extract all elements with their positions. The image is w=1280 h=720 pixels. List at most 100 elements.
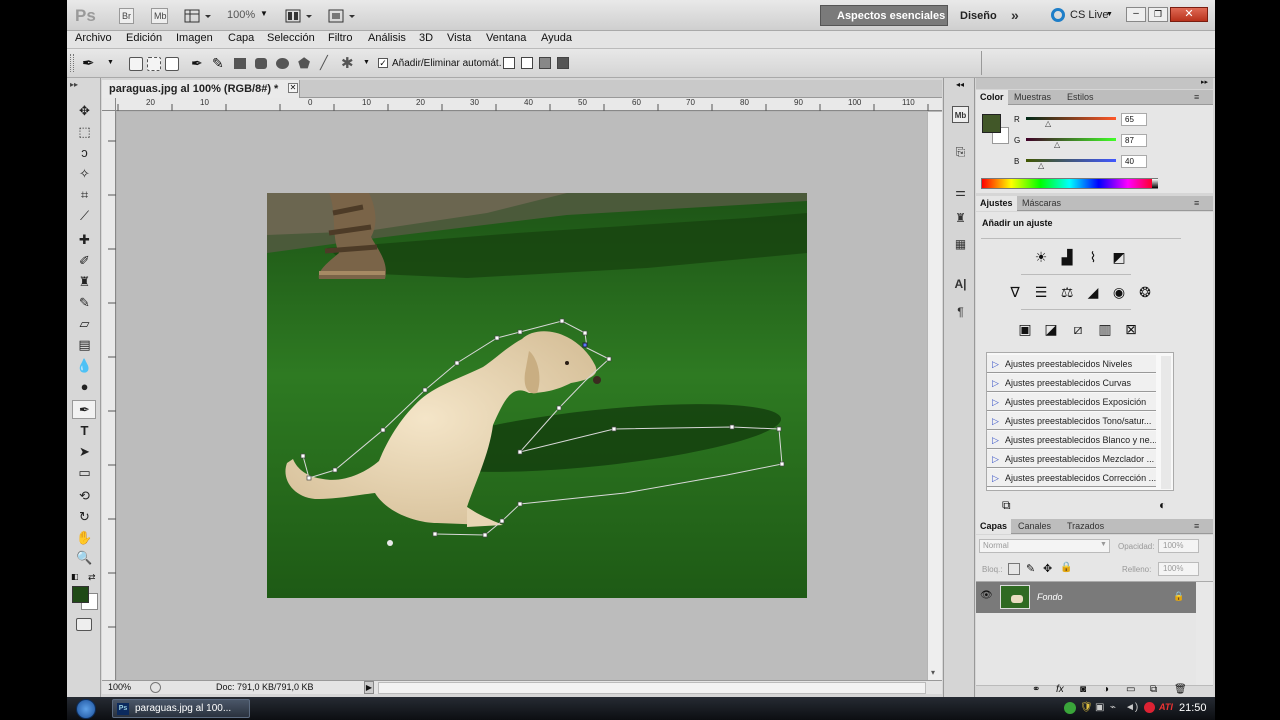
layer-row[interactable]: 👁 Fondo 🔒 [976,582,1196,613]
collapse-icon[interactable]: ◂◂ [956,80,964,89]
eraser-tool-icon[interactable]: ▱ [76,315,93,332]
freeform-pen-icon[interactable]: ✎ [212,55,224,72]
marquee-tool-icon[interactable]: ⬚ [76,123,93,140]
slider-handle-icon[interactable]: △ [1054,140,1060,149]
curves-icon[interactable]: ⌇ [1084,248,1102,266]
path-intersect-icon[interactable] [557,57,569,69]
menu-vista[interactable]: Vista [447,32,471,44]
paths-mode-icon[interactable] [147,57,161,71]
restore-button[interactable]: ❐ [1148,7,1168,22]
vibrance-icon[interactable]: ∇ [1006,283,1024,301]
ellipse-icon[interactable] [276,58,289,69]
chevron-down-icon[interactable]: ▼ [1100,541,1107,548]
tray-security-icon[interactable]: 🛡 [1080,702,1093,713]
tab-canales[interactable]: Canales [1014,519,1055,534]
workspace-essentials-button[interactable]: Aspectos esenciales [830,6,952,26]
lock-all-icon[interactable]: 🔒 [1060,562,1072,573]
history-brush-tool-icon[interactable]: ✎ [76,294,93,311]
menu-capa[interactable]: Capa [228,32,254,44]
menu-seleccion[interactable]: Selección [267,32,315,44]
tab-mascaras[interactable]: Máscaras [1018,196,1065,211]
hand-tool-icon[interactable]: ✋ [76,529,93,546]
type-tool-icon[interactable]: T [76,422,93,439]
shape-layers-icon[interactable] [129,57,143,71]
opacity-field[interactable]: 100% [1158,539,1199,553]
custom-shape-icon[interactable]: ✱ [341,54,354,72]
dodge-tool-icon[interactable]: ● [76,378,93,395]
clone-stamp-tool-icon[interactable]: ♜ [76,273,93,290]
expand-icon[interactable]: ▷ [992,412,999,429]
exposure-icon[interactable]: ◩ [1110,248,1128,266]
expand-icon[interactable]: ▷ [992,374,999,391]
view-extras-button[interactable] [184,8,212,24]
menu-ayuda[interactable]: Ayuda [541,32,572,44]
panel-menu-icon[interactable]: ≡ [1190,519,1203,534]
slider-handle-icon[interactable]: △ [1045,119,1051,128]
zoom-level[interactable]: 100% [227,9,255,21]
visibility-eye-icon[interactable]: 👁 [980,590,993,601]
delete-layer-icon[interactable]: 🗑 [1174,684,1187,695]
menu-ventana[interactable]: Ventana [486,32,526,44]
quick-mask-icon[interactable] [76,618,92,631]
path-new-area-icon[interactable] [503,57,515,69]
hue-saturation-icon[interactable]: ☰ [1032,283,1050,301]
fill-pixels-icon[interactable] [165,57,179,71]
layer-style-icon[interactable]: fx [1056,684,1064,695]
chevron-down-icon[interactable]: ▼ [260,9,268,18]
tab-color[interactable]: Color [976,90,1008,105]
menu-filtro[interactable]: Filtro [328,32,352,44]
color-spectrum-bar[interactable] [981,178,1158,189]
toolbox-collapse-icon[interactable]: ▸▸ [70,80,78,89]
arrange-documents-button[interactable] [285,8,315,24]
g-slider[interactable] [1026,138,1116,141]
more-workspaces-icon[interactable]: » [1011,7,1019,23]
status-info-icon[interactable] [150,682,161,693]
preset-black-white[interactable]: ▷ Ajustes preestablecidos Blanco y ne... [987,431,1156,449]
b-value-field[interactable]: 40 [1121,155,1147,168]
expand-icon[interactable]: ▷ [992,450,999,467]
foreground-color-swatch[interactable] [72,586,89,603]
new-group-icon[interactable]: ▭ [1126,684,1135,695]
black-white-icon[interactable]: ◢ [1084,283,1102,301]
menu-3d[interactable]: 3D [419,32,433,44]
minibridge-panel-icon[interactable]: Mb [952,106,969,123]
default-colors-icon[interactable]: ◧ [71,572,79,581]
g-value-field[interactable]: 87 [1121,134,1147,147]
polygon-icon[interactable]: ⬟ [298,55,310,72]
expand-icon[interactable]: ▷ [992,469,999,486]
vertical-scrollbar[interactable]: ▾ [928,112,942,680]
channel-mixer-icon[interactable]: ❂ [1136,283,1154,301]
tray-volume-icon[interactable]: ◄) [1125,702,1138,713]
horizontal-scrollbar[interactable] [378,682,926,694]
document-image[interactable] [267,193,807,598]
tab-estilos[interactable]: Estilos [1063,90,1098,105]
minibridge-button[interactable]: Mb [151,8,168,24]
chevron-down-icon[interactable]: ▼ [1106,11,1113,18]
pen-tool-icon[interactable]: ✒ [191,55,203,72]
new-layer-icon[interactable]: ⧉ [1150,684,1157,695]
posterize-icon[interactable]: ◪ [1042,320,1060,338]
document-tab[interactable]: paraguas.jpg al 100% (RGB/8#) * [102,80,300,98]
brightness-contrast-icon[interactable]: ☀ [1032,248,1050,266]
preset-selective-color[interactable]: ▷ Ajustes preestablecidos Corrección ... [987,469,1156,487]
preset-exposure[interactable]: ▷ Ajustes preestablecidos Exposición [987,393,1156,411]
gradient-map-icon[interactable]: ▥ [1096,320,1114,338]
rectangle-icon[interactable] [234,58,246,69]
canvas-area[interactable] [117,112,927,680]
status-zoom[interactable]: 100% [108,682,131,692]
panel-menu-icon[interactable]: ≡ [1190,196,1203,211]
3d-orbit-tool-icon[interactable]: ↻ [76,508,93,525]
tray-network-icon[interactable] [1064,702,1076,714]
menu-archivo[interactable]: Archivo [75,32,112,44]
paragraph-panel-icon[interactable]: ¶ [952,304,969,321]
auto-add-checkbox[interactable]: ✓ [378,58,388,68]
preset-curves[interactable]: ▷ Ajustes preestablecidos Curvas [987,374,1156,392]
link-layers-icon[interactable]: ⚭ [1032,684,1040,695]
fg-color-swatch[interactable] [982,114,1001,133]
preset-channel-mixer[interactable]: ▷ Ajustes preestablecidos Mezclador ... [987,450,1156,468]
presets-scrollbar[interactable] [1161,356,1171,489]
expand-icon[interactable]: ▷ [992,393,999,410]
lock-transparency-icon[interactable] [1008,563,1020,575]
eyedropper-tool-icon[interactable]: ⟋ [76,207,93,224]
brush-presets-icon[interactable]: ▦ [952,236,969,253]
